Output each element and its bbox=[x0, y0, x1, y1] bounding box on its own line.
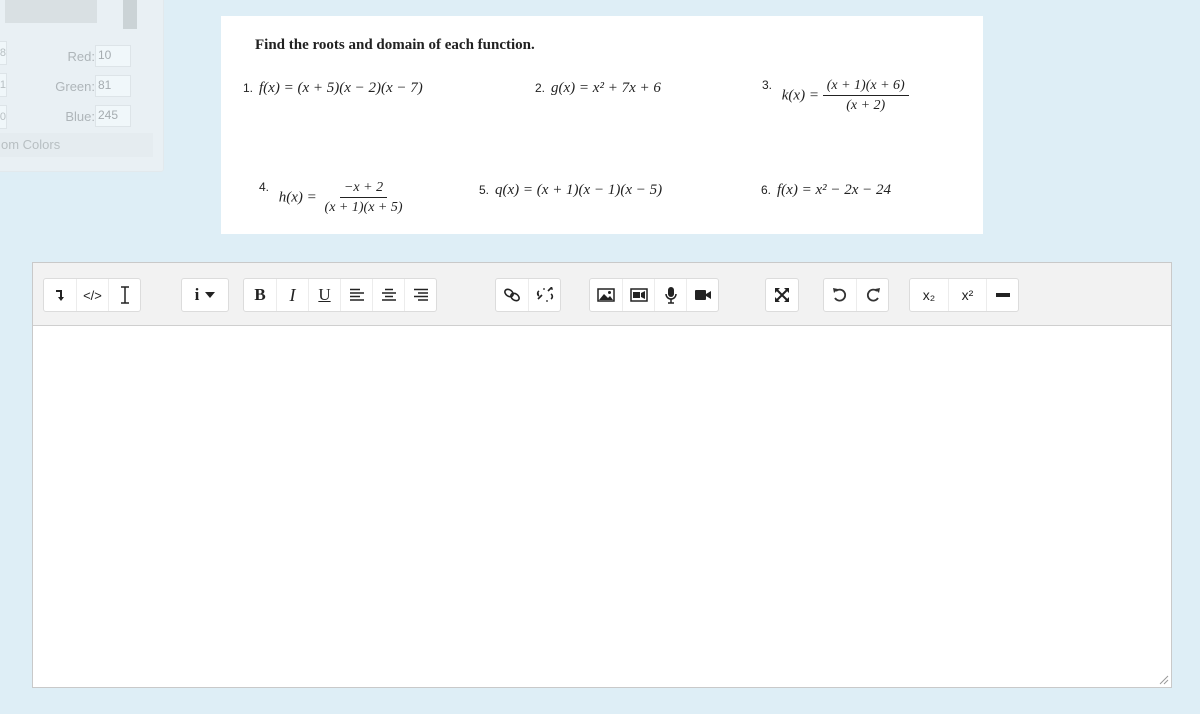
align-right-icon bbox=[413, 288, 428, 301]
problem-number: 2. bbox=[535, 81, 546, 95]
fraction-denominator: (x + 2) bbox=[846, 98, 886, 113]
problem-expression: g(x) = x² + 7x + 6 bbox=[551, 80, 661, 96]
problem-expression: f(x) = (x + 5)(x − 2)(x − 7) bbox=[259, 80, 423, 96]
fraction: −x + 2 (x + 1)(x + 5) bbox=[321, 180, 407, 216]
problem-number: 3. bbox=[762, 78, 773, 92]
fullscreen-button[interactable] bbox=[766, 279, 798, 311]
align-left-button[interactable] bbox=[340, 279, 372, 311]
green-input[interactable]: 81 bbox=[95, 75, 131, 97]
problem-lhs: k(x) = bbox=[781, 87, 819, 104]
video-camera-icon bbox=[694, 290, 711, 300]
arrow-down-icon bbox=[56, 290, 64, 301]
insert-link-button[interactable] bbox=[496, 279, 528, 311]
subscript-button[interactable]: x₂ bbox=[910, 279, 948, 311]
rich-text-editor: </> i B I U x₂ x² bbox=[32, 262, 1172, 688]
chevron-down-icon bbox=[205, 292, 216, 298]
fraction-numerator: −x + 2 bbox=[339, 180, 388, 198]
editor-toolbar: </> i B I U x₂ x² bbox=[33, 263, 1171, 326]
color-field-edge: 1 bbox=[0, 73, 7, 97]
align-right-button[interactable] bbox=[404, 279, 436, 311]
green-row: Green: 81 bbox=[11, 75, 151, 97]
bold-button[interactable]: B bbox=[244, 279, 276, 311]
record-video-button[interactable] bbox=[686, 279, 718, 311]
fraction: (x + 1)(x + 6) (x + 2) bbox=[822, 78, 909, 114]
toolbar-group-media bbox=[589, 278, 719, 312]
problem-number: 4. bbox=[259, 180, 270, 194]
image-icon bbox=[597, 288, 615, 302]
underline-icon: U bbox=[318, 285, 331, 304]
info-dropdown-button[interactable]: i bbox=[182, 279, 228, 311]
toolbar-group-links bbox=[495, 278, 561, 312]
problem-expression: f(x) = x² − 2x − 24 bbox=[777, 182, 892, 198]
resize-handle-icon[interactable] bbox=[1157, 673, 1169, 685]
expand-icon bbox=[775, 288, 789, 302]
problem-number: 1. bbox=[243, 81, 254, 95]
superscript-button[interactable]: x² bbox=[948, 279, 986, 311]
editor-content-area[interactable] bbox=[33, 326, 1171, 687]
problem-number: 5. bbox=[479, 183, 490, 197]
unlink-icon bbox=[536, 287, 553, 302]
toolbar-group-history bbox=[823, 278, 889, 312]
fraction-numerator: (x + 1)(x + 6) bbox=[822, 78, 909, 96]
unlink-button[interactable] bbox=[528, 279, 560, 311]
align-left-icon bbox=[349, 288, 364, 301]
align-center-icon bbox=[381, 288, 396, 301]
toolbar-group-fullscreen bbox=[765, 278, 799, 312]
toolbar-group-info: i bbox=[181, 278, 229, 312]
record-audio-button[interactable] bbox=[654, 279, 686, 311]
red-label: Red: bbox=[67, 49, 95, 64]
horizontal-rule-button[interactable] bbox=[986, 279, 1018, 311]
hue-slider-handle[interactable] bbox=[123, 0, 137, 29]
red-input[interactable]: 10 bbox=[95, 45, 131, 67]
code-icon: </> bbox=[83, 287, 102, 303]
undo-button[interactable] bbox=[824, 279, 856, 311]
info-icon: i bbox=[194, 285, 200, 304]
subscript-icon: x₂ bbox=[922, 287, 936, 303]
insert-media-button[interactable] bbox=[622, 279, 654, 311]
question-title: Find the roots and domain of each functi… bbox=[255, 37, 535, 53]
green-label: Green: bbox=[55, 79, 95, 94]
problem-4: 4. h(x) = −x + 2 (x + 1)(x + 5) bbox=[259, 180, 407, 216]
html-source-button[interactable]: </> bbox=[76, 279, 108, 311]
problem-expression: q(x) = (x + 1)(x − 1)(x − 5) bbox=[495, 182, 663, 198]
text-cursor-icon bbox=[120, 286, 129, 304]
insert-image-button[interactable] bbox=[590, 279, 622, 311]
problem-1: 1. f(x) = (x + 5)(x − 2)(x − 7) bbox=[243, 80, 423, 97]
underline-button[interactable]: U bbox=[308, 279, 340, 311]
undo-icon bbox=[833, 288, 847, 302]
color-field-edge: 8 bbox=[0, 41, 7, 65]
color-picker-panel: 8 1 0 Red: 10 Green: 81 Blue: 245 om Col… bbox=[0, 0, 164, 172]
question-image: Find the roots and domain of each functi… bbox=[221, 16, 983, 234]
align-center-button[interactable] bbox=[372, 279, 404, 311]
toggle-toolbar-button[interactable] bbox=[44, 279, 76, 311]
minus-icon bbox=[995, 293, 1010, 297]
blue-input[interactable]: 245 bbox=[95, 105, 131, 127]
redo-button[interactable] bbox=[856, 279, 888, 311]
problem-2: 2. g(x) = x² + 7x + 6 bbox=[535, 80, 661, 97]
italic-icon: I bbox=[289, 284, 296, 305]
problem-number: 6. bbox=[761, 183, 772, 197]
toolbar-group-script: x₂ x² bbox=[909, 278, 1019, 312]
bold-icon: B bbox=[254, 285, 266, 304]
problem-6: 6. f(x) = x² − 2x − 24 bbox=[761, 182, 891, 199]
fraction-denominator: (x + 1)(x + 5) bbox=[324, 200, 403, 215]
blue-row: Blue: 245 bbox=[11, 105, 151, 127]
color-field-edge: 0 bbox=[0, 105, 7, 129]
problem-lhs: h(x) = bbox=[278, 189, 317, 206]
problem-5: 5. q(x) = (x + 1)(x − 1)(x − 5) bbox=[479, 182, 662, 199]
blue-label: Blue: bbox=[65, 109, 95, 124]
microphone-icon bbox=[664, 287, 677, 304]
media-icon bbox=[629, 288, 648, 302]
custom-colors-link[interactable]: om Colors bbox=[0, 133, 153, 157]
red-row: Red: 10 bbox=[11, 45, 151, 67]
problem-3: 3. k(x) = (x + 1)(x + 6) (x + 2) bbox=[762, 78, 909, 114]
superscript-icon: x² bbox=[961, 287, 974, 303]
color-swatch-bar[interactable] bbox=[5, 0, 97, 23]
link-icon bbox=[504, 288, 520, 302]
italic-button[interactable]: I bbox=[276, 279, 308, 311]
redo-icon bbox=[866, 288, 880, 302]
clear-formatting-button[interactable] bbox=[108, 279, 140, 311]
toolbar-group-format: B I U bbox=[243, 278, 437, 312]
toolbar-group-view: </> bbox=[43, 278, 141, 312]
